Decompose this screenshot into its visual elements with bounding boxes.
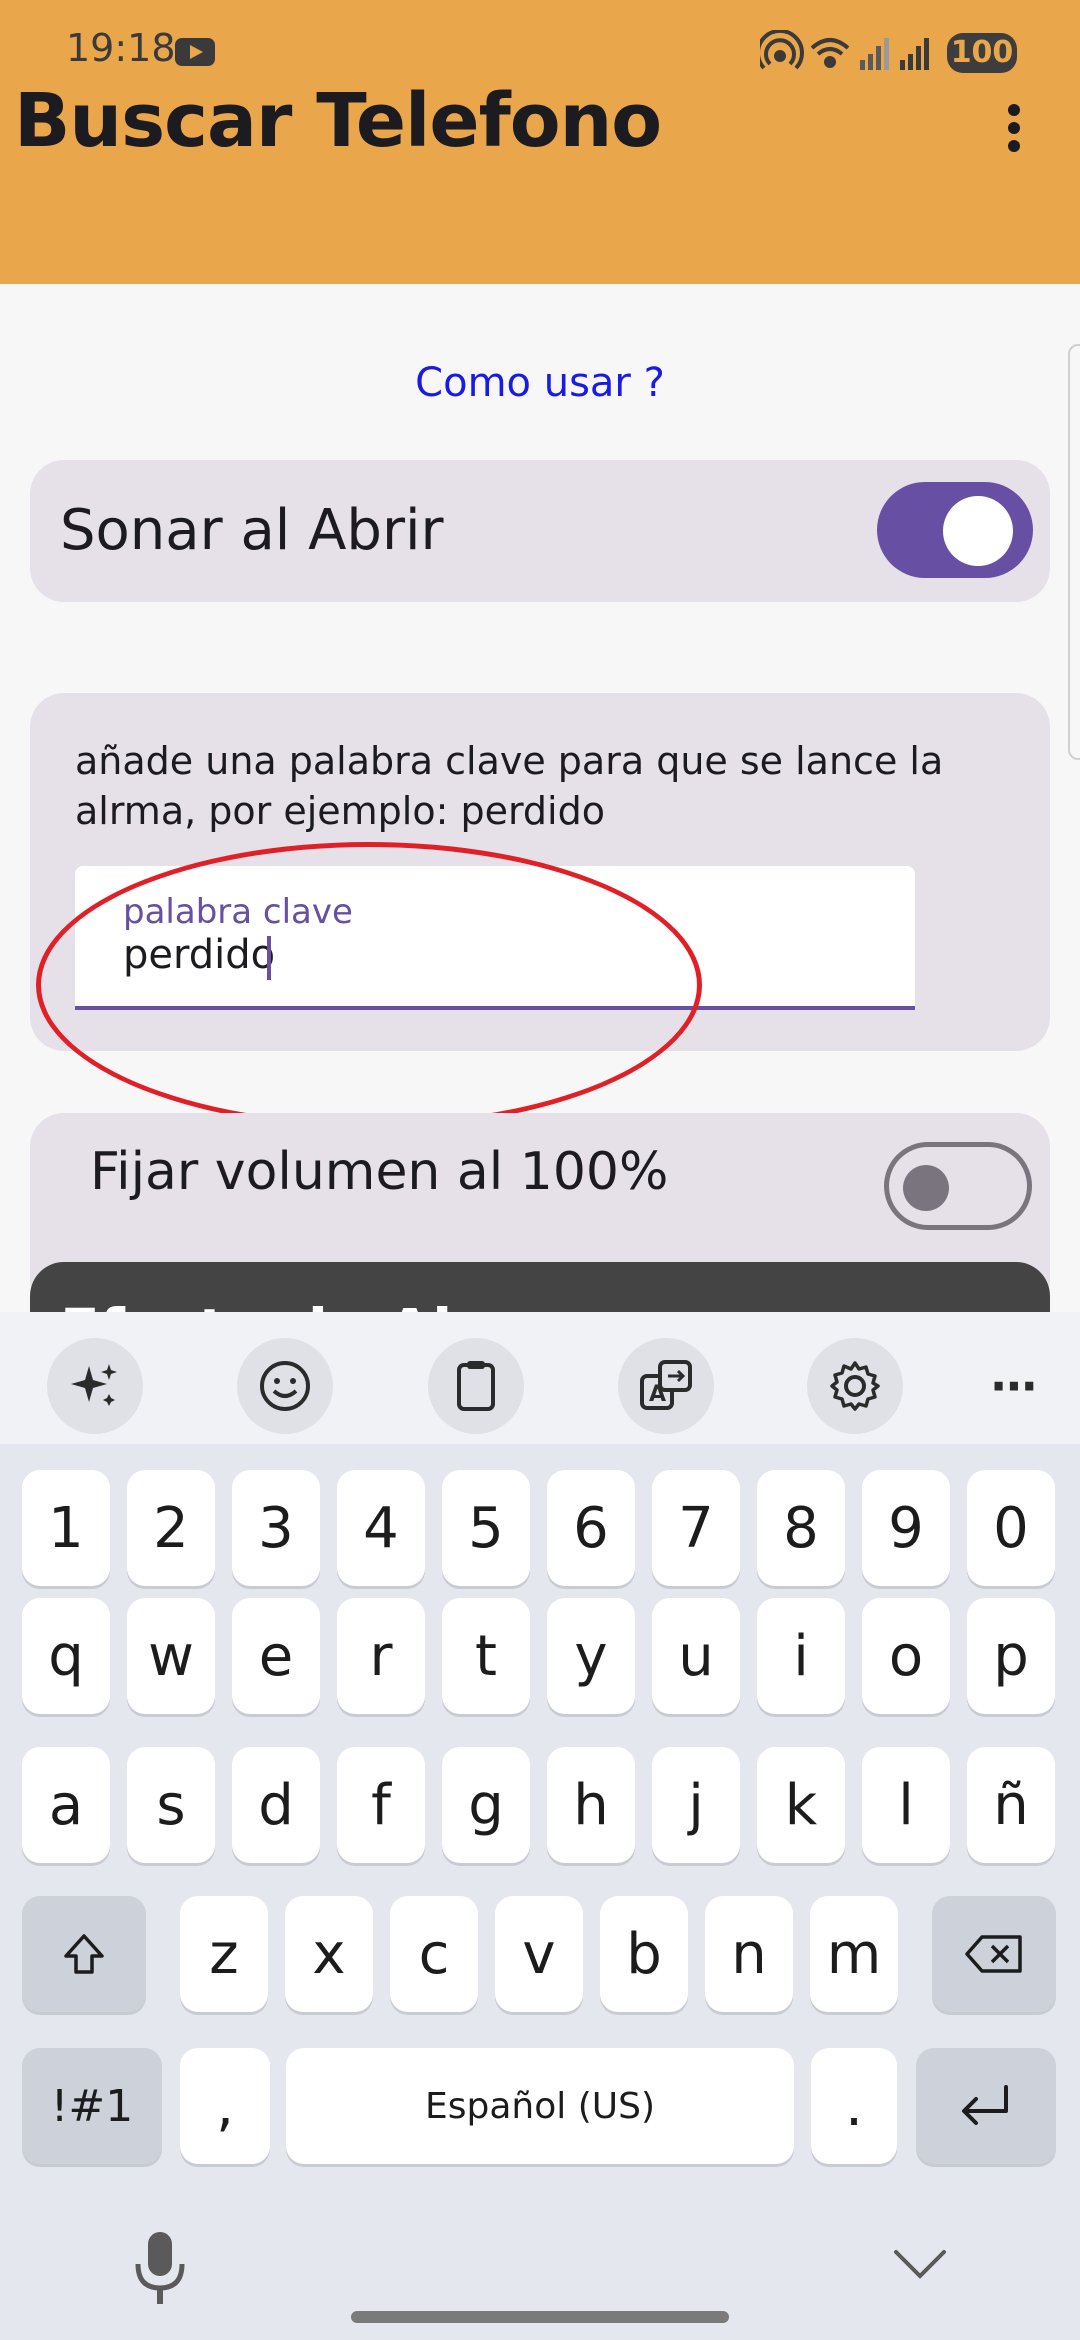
- key-g[interactable]: g: [442, 1747, 530, 1863]
- clipboard-icon[interactable]: [428, 1338, 524, 1434]
- key-c[interactable]: c: [390, 1896, 478, 2012]
- key-l[interactable]: l: [862, 1747, 950, 1863]
- volume-label: Fijar volumen al 100%: [90, 1142, 669, 1202]
- key-a[interactable]: a: [22, 1747, 110, 1863]
- space-key[interactable]: Español (US): [286, 2048, 794, 2164]
- youtube-notification-icon: [175, 38, 215, 66]
- translate-icon[interactable]: A: [618, 1338, 714, 1434]
- enter-key[interactable]: [916, 2048, 1056, 2164]
- key-o[interactable]: o: [862, 1598, 950, 1714]
- signal-icon-1: [860, 38, 889, 70]
- key-w[interactable]: w: [127, 1598, 215, 1714]
- sound-on-open-label: Sonar al Abrir: [60, 498, 444, 563]
- key-k[interactable]: k: [757, 1747, 845, 1863]
- backspace-key[interactable]: [932, 1896, 1056, 2012]
- key-x[interactable]: x: [285, 1896, 373, 2012]
- key-z[interactable]: z: [180, 1896, 268, 2012]
- toggle-knob: [943, 496, 1013, 566]
- key-s[interactable]: s: [127, 1747, 215, 1863]
- wifi-icon: [810, 38, 850, 68]
- keyboard-toolbar: [0, 1312, 1080, 1444]
- key-p[interactable]: p: [967, 1598, 1055, 1714]
- key-h[interactable]: h: [547, 1747, 635, 1863]
- key-e[interactable]: e: [232, 1598, 320, 1714]
- signal-icon-2: [900, 38, 929, 70]
- toggle-knob: [903, 1165, 949, 1211]
- key-8[interactable]: 8: [757, 1470, 845, 1586]
- how-to-link[interactable]: Como usar ?: [0, 360, 1080, 406]
- key-j[interactable]: j: [652, 1747, 740, 1863]
- more-options-icon[interactable]: [996, 96, 1032, 156]
- key-ñ[interactable]: ñ: [967, 1747, 1055, 1863]
- emoji-icon[interactable]: [237, 1338, 333, 1434]
- key-4[interactable]: 4: [337, 1470, 425, 1586]
- scrollbar[interactable]: [1068, 344, 1080, 760]
- keyword-description: añade una palabra clave para que se lanc…: [75, 739, 944, 833]
- key-5[interactable]: 5: [442, 1470, 530, 1586]
- key-t[interactable]: t: [442, 1598, 530, 1714]
- status-time: 19:18: [66, 26, 176, 70]
- sound-on-open-toggle[interactable]: [877, 482, 1033, 578]
- key-2[interactable]: 2: [127, 1470, 215, 1586]
- key-m[interactable]: m: [810, 1896, 898, 2012]
- key-d[interactable]: d: [232, 1747, 320, 1863]
- microphone-icon[interactable]: [130, 2230, 190, 2310]
- key-q[interactable]: q: [22, 1598, 110, 1714]
- symbols-key[interactable]: !#1: [22, 2048, 162, 2164]
- key-b[interactable]: b: [600, 1896, 688, 2012]
- comma-key[interactable]: ,: [180, 2048, 270, 2164]
- key-9[interactable]: 9: [862, 1470, 950, 1586]
- settings-icon[interactable]: [807, 1338, 903, 1434]
- key-n[interactable]: n: [705, 1896, 793, 2012]
- key-r[interactable]: r: [337, 1598, 425, 1714]
- key-3[interactable]: 3: [232, 1470, 320, 1586]
- key-u[interactable]: u: [652, 1598, 740, 1714]
- battery-indicator: 100: [947, 33, 1017, 73]
- key-7[interactable]: 7: [652, 1470, 740, 1586]
- key-v[interactable]: v: [495, 1896, 583, 2012]
- collapse-keyboard-icon[interactable]: [892, 2244, 948, 2284]
- period-key[interactable]: .: [811, 2048, 897, 2164]
- key-0[interactable]: 0: [967, 1470, 1055, 1586]
- key-f[interactable]: f: [337, 1747, 425, 1863]
- key-i[interactable]: i: [757, 1598, 845, 1714]
- shift-key[interactable]: [22, 1896, 146, 2012]
- more-icon[interactable]: ⋯: [966, 1338, 1062, 1434]
- navigation-handle[interactable]: [351, 2311, 729, 2323]
- hotspot-icon: [760, 30, 804, 70]
- key-1[interactable]: 1: [22, 1470, 110, 1586]
- highlight-ellipse: [36, 842, 702, 1128]
- page-title: Buscar Telefono: [14, 78, 662, 164]
- sparkle-icon[interactable]: [47, 1338, 143, 1434]
- key-6[interactable]: 6: [547, 1470, 635, 1586]
- volume-toggle[interactable]: [884, 1142, 1032, 1230]
- key-y[interactable]: y: [547, 1598, 635, 1714]
